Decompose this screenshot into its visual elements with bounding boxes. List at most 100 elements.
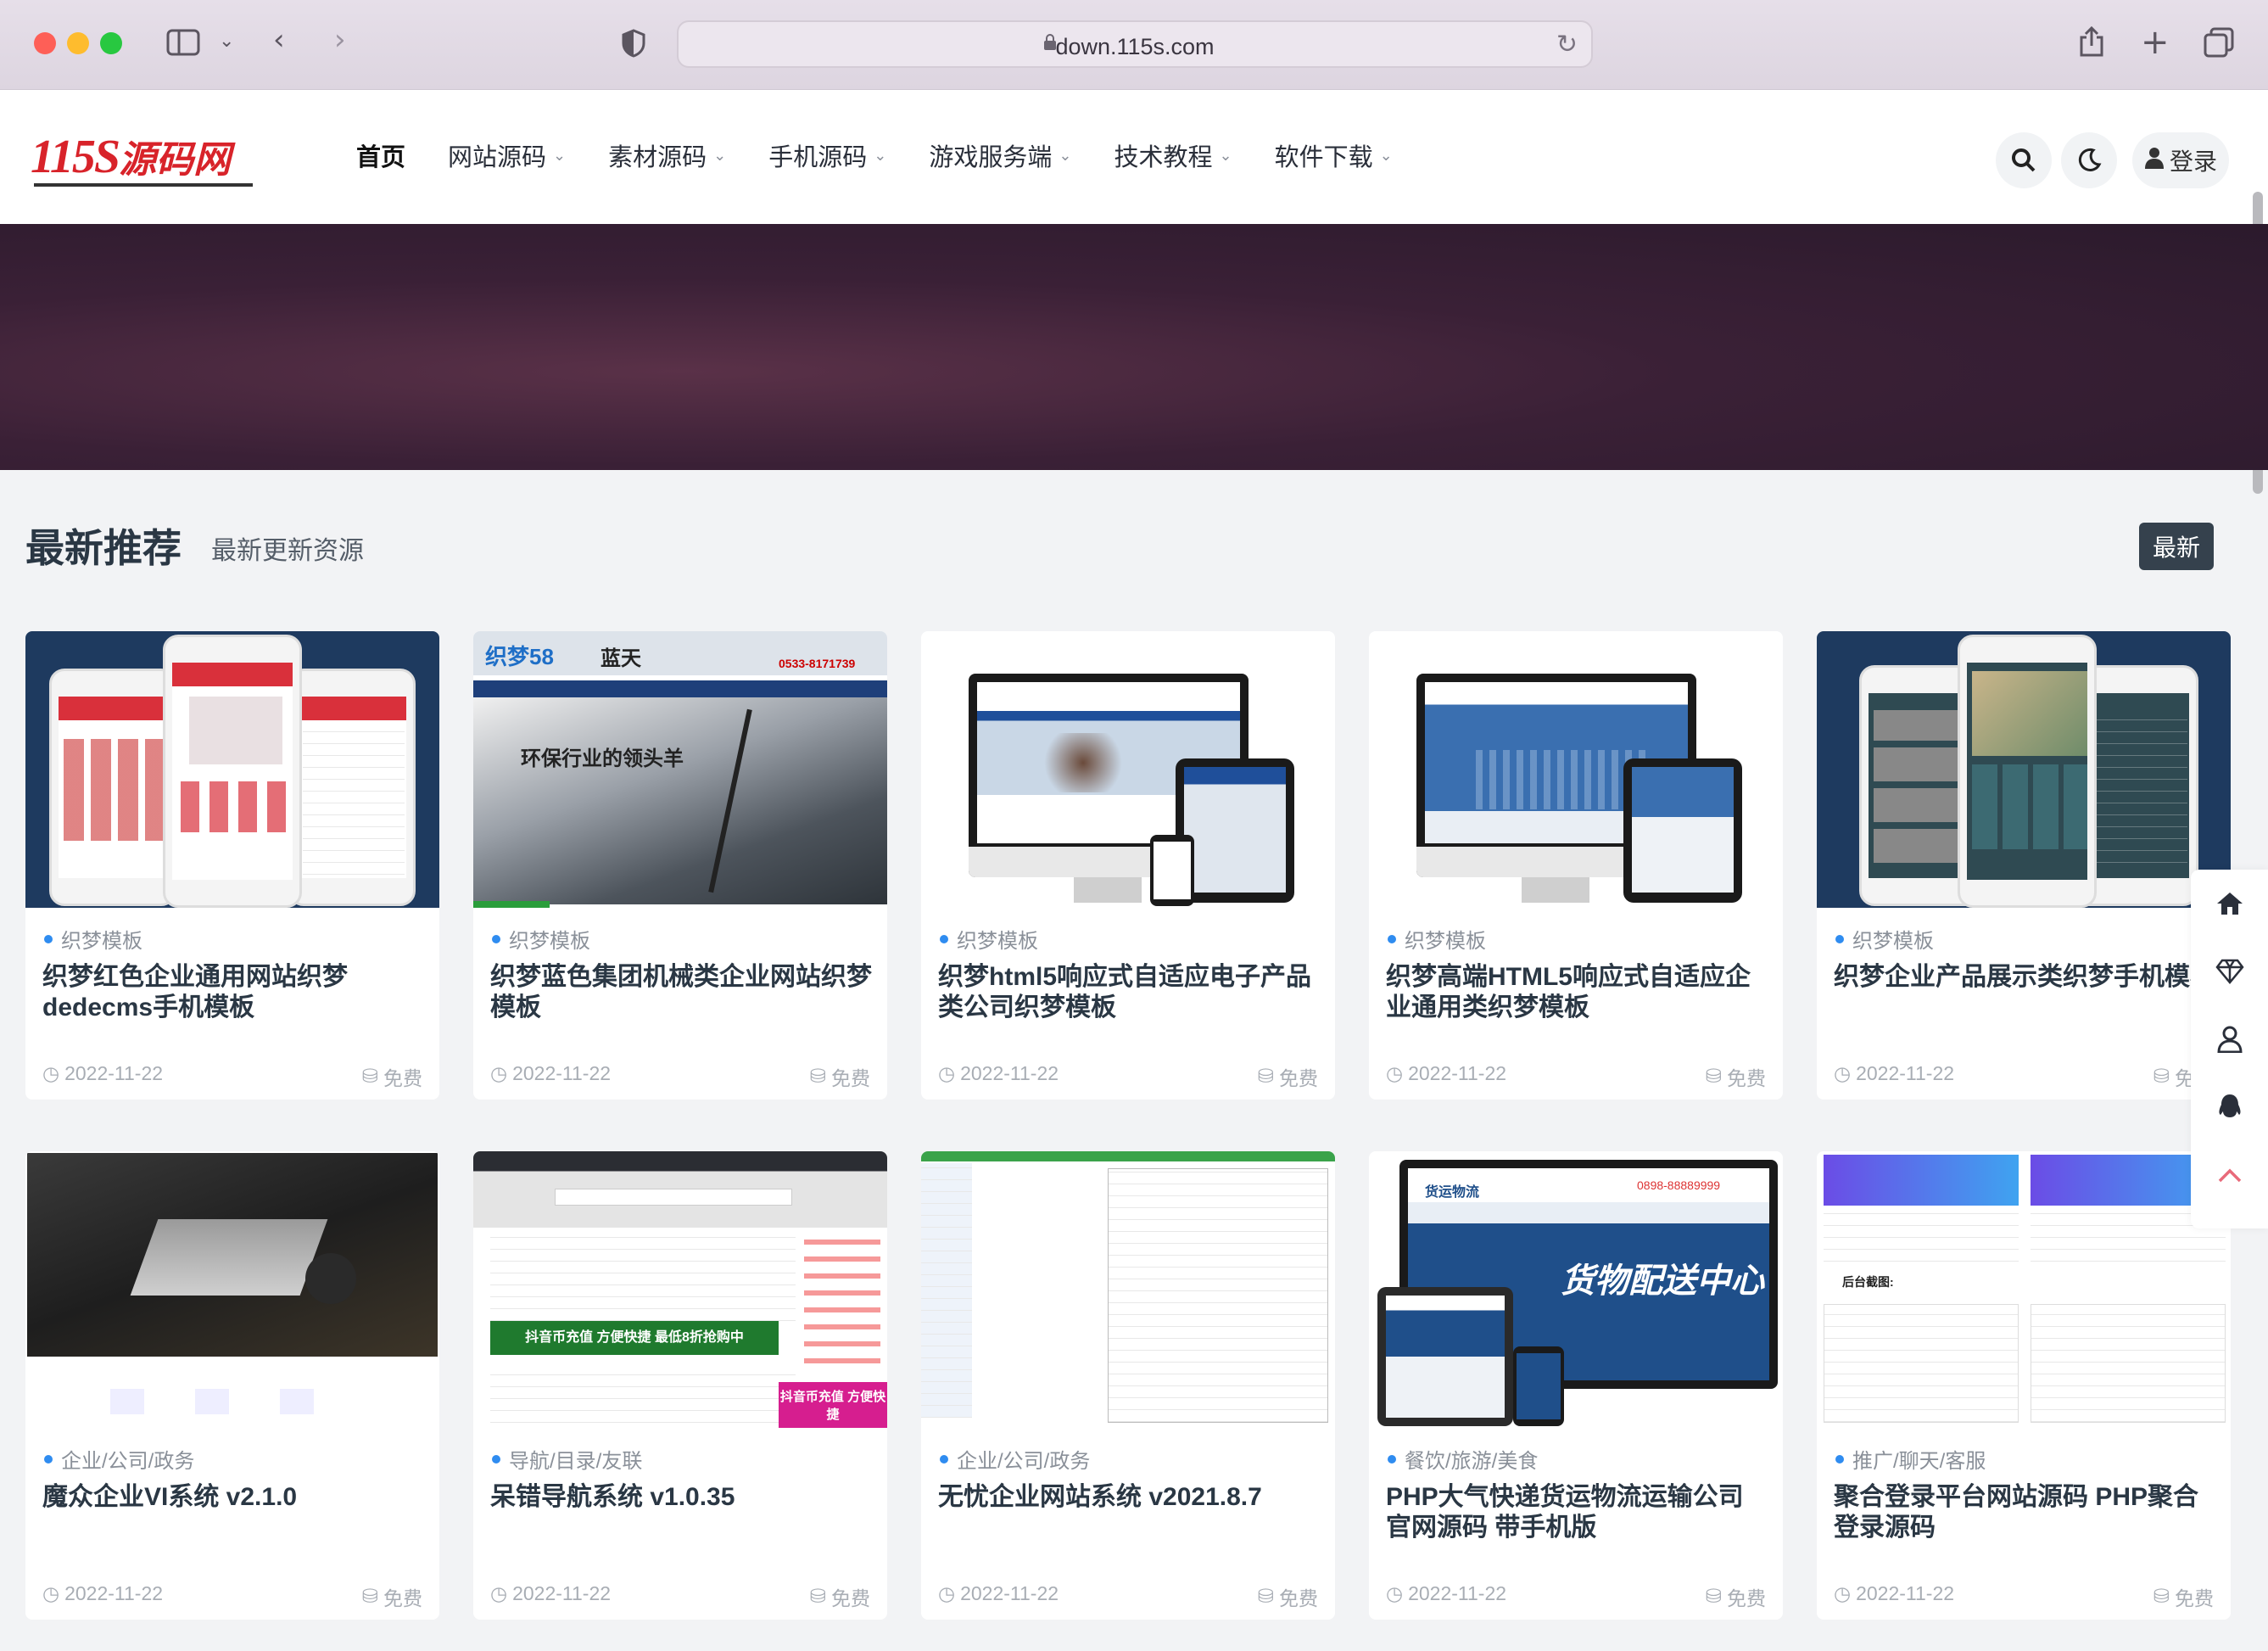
nav-software-download[interactable]: 软件下载 ⌄: [1275, 137, 1393, 173]
card-thumbnail[interactable]: 抖音币充值 方便快捷 最低8折抢购中 抖音币充值 方便快捷: [473, 1151, 887, 1428]
nav-label: 首页: [356, 144, 406, 171]
clock-icon: ◷: [490, 1582, 508, 1605]
chevron-down-icon: ⌄: [1219, 146, 1232, 165]
nav-label: 软件下载: [1274, 144, 1373, 171]
user-icon[interactable]: [2191, 1005, 2268, 1073]
forward-icon[interactable]: ›: [334, 25, 346, 54]
tab-overview-icon[interactable]: [2204, 27, 2234, 63]
sort-newest-button[interactable]: 最新: [2139, 523, 2214, 570]
card-category[interactable]: 织梦模板: [44, 924, 142, 954]
card-thumbnail[interactable]: [25, 631, 439, 908]
card-category[interactable]: 企业/公司/政务: [44, 1444, 194, 1474]
thumb-slogan: 货物配送中心: [1561, 1262, 1764, 1300]
card-thumbnail[interactable]: [1369, 631, 1783, 908]
clock-icon: ◷: [1834, 1582, 1852, 1605]
diamond-icon[interactable]: [2191, 937, 2268, 1005]
card-thumbnail[interactable]: 织梦58 蓝天 0533-8171739 环保行业的领头羊: [473, 631, 887, 908]
coins-icon: ⛁: [809, 1586, 826, 1608]
card-category[interactable]: 织梦模板: [940, 924, 1038, 954]
nav-home[interactable]: 首页: [356, 137, 405, 173]
card-title[interactable]: PHP大气快递货运物流运输公司官网源码 带手机版: [1386, 1482, 1768, 1543]
card-category[interactable]: 织梦模板: [1835, 924, 1934, 954]
price-label: 免费: [831, 1067, 870, 1089]
card-title[interactable]: 无忧企业网站系统 v2021.8.7: [938, 1482, 1320, 1513]
card-date: ◷ 2022-11-22: [1386, 1582, 1506, 1605]
card-price: ⛁免费: [362, 1062, 422, 1091]
category-dot: [940, 934, 948, 943]
nav-mobile-source[interactable]: 手机源码 ⌄: [768, 137, 886, 173]
site-logo[interactable]: 115S源码网: [31, 129, 253, 187]
card-price: ⛁免费: [2153, 1582, 2214, 1611]
close-window-button[interactable]: [34, 32, 56, 54]
login-button[interactable]: 登录: [2132, 132, 2229, 188]
card-title[interactable]: 织梦蓝色集团机械类企业网站织梦模板: [490, 962, 872, 1023]
card-category[interactable]: 推广/聊天/客服: [1835, 1444, 1986, 1474]
shield-icon[interactable]: [621, 29, 646, 63]
date-label: 2022-11-22: [1408, 1062, 1507, 1084]
card-title[interactable]: 魔众企业VI系统 v2.1.0: [42, 1482, 424, 1513]
qq-penguin-icon[interactable]: [2191, 1073, 2268, 1141]
card-category[interactable]: 餐饮/旅游/美食: [1388, 1444, 1538, 1474]
card-price: ⛁免费: [1258, 1582, 1318, 1611]
nav-website-source[interactable]: 网站源码 ⌄: [448, 137, 566, 173]
card-category[interactable]: 织梦模板: [1388, 924, 1486, 954]
logo-latin: 115S: [31, 131, 120, 183]
main-nav: 首页 网站源码 ⌄ 素材源码 ⌄ 手机源码 ⌄ 游戏服务端 ⌄ 技术教程 ⌄ 软件下载 ⌄: [356, 137, 1435, 173]
card-thumbnail[interactable]: [921, 1151, 1335, 1428]
resource-card[interactable]: 抖音币充值 方便快捷 最低8折抢购中 抖音币充值 方便快捷 导航/目录/友联 呆…: [473, 1151, 887, 1620]
nav-game-server[interactable]: 游戏服务端 ⌄: [929, 137, 1071, 173]
new-tab-icon[interactable]: +: [2141, 25, 2170, 59]
address-bar[interactable]: down.115s.com ↻: [677, 20, 1593, 68]
home-icon[interactable]: [2191, 870, 2268, 937]
card-title[interactable]: 聚合登录平台网站源码 PHP聚合登录源码: [1834, 1482, 2215, 1543]
resource-card[interactable]: 后台截图: 推广/聊天/客服 聚合登录平台网站源码 PHP聚合登录源码 ◷ 202…: [1817, 1151, 2231, 1620]
user-icon: [2144, 147, 2165, 175]
thumb-titlebar: [921, 1151, 1335, 1161]
chevron-down-icon[interactable]: ⌄: [219, 32, 234, 51]
card-category[interactable]: 织梦模板: [492, 924, 590, 954]
card-thumbnail[interactable]: [25, 1151, 439, 1428]
date-label: 2022-11-22: [512, 1582, 612, 1604]
card-thumbnail[interactable]: [1817, 631, 2231, 908]
search-icon: [2012, 148, 2036, 172]
card-thumbnail[interactable]: [921, 631, 1335, 908]
card-title[interactable]: 织梦红色企业通用网站织梦dedecms手机模板: [42, 962, 424, 1023]
resource-card[interactable]: 企业/公司/政务 无忧企业网站系统 v2021.8.7 ◷ 2022-11-22 …: [921, 1151, 1335, 1620]
resource-card[interactable]: 货运物流 0898-88889999 货物配送中心 餐饮/旅游/美食 PHP大气…: [1369, 1151, 1783, 1620]
share-icon[interactable]: [2078, 25, 2105, 63]
card-thumbnail[interactable]: 后台截图:: [1817, 1151, 2231, 1428]
nav-label: 素材源码: [608, 144, 707, 171]
resource-card[interactable]: 织梦58 蓝天 0533-8171739 环保行业的领头羊 织梦模板 织梦蓝色集…: [473, 631, 887, 1100]
card-title[interactable]: 织梦高端HTML5响应式自适应企业通用类织梦模板: [1386, 962, 1768, 1023]
search-button[interactable]: [1996, 132, 2052, 188]
nav-label: 手机源码: [768, 144, 868, 171]
card-date: ◷ 2022-11-22: [938, 1582, 1059, 1605]
resource-card[interactable]: 织梦模板 织梦高端HTML5响应式自适应企业通用类织梦模板 ◷ 2022-11-2…: [1369, 631, 1783, 1100]
reload-icon[interactable]: ↻: [1556, 30, 1578, 59]
card-date: ◷ 2022-11-22: [1386, 1062, 1506, 1085]
minimize-window-button[interactable]: [67, 32, 89, 54]
date-label: 2022-11-22: [64, 1062, 164, 1084]
phone-mockup: [163, 635, 302, 908]
resource-card[interactable]: 织梦模板 织梦html5响应式自适应电子产品类公司织梦模板 ◷ 2022-11-2…: [921, 631, 1335, 1100]
card-title[interactable]: 织梦企业产品展示类织梦手机模板: [1834, 962, 2215, 993]
sidebar-toggle-icon[interactable]: [166, 29, 200, 61]
resource-card[interactable]: 织梦模板 织梦企业产品展示类织梦手机模板 ◷2022-11-22 ⛁免费: [1817, 631, 2231, 1100]
card-title[interactable]: 呆错导航系统 v1.0.35: [490, 1482, 872, 1513]
back-icon[interactable]: ‹: [273, 25, 285, 54]
category-label: 织梦模板: [61, 930, 142, 953]
card-title[interactable]: 织梦html5响应式自适应电子产品类公司织梦模板: [938, 962, 1320, 1023]
resource-card[interactable]: 织梦模板 织梦红色企业通用网站织梦dedecms手机模板 ◷ 2022-11-22…: [25, 631, 439, 1100]
resource-card[interactable]: 企业/公司/政务 魔众企业VI系统 v2.1.0 ◷ 2022-11-22 ⛁ 免费: [25, 1151, 439, 1620]
card-category[interactable]: 企业/公司/政务: [940, 1444, 1090, 1474]
maximize-window-button[interactable]: [100, 32, 122, 54]
date-label: 2022-11-22: [960, 1582, 1059, 1604]
card-category[interactable]: 导航/目录/友联: [492, 1444, 642, 1474]
chevron-up-icon[interactable]: [2191, 1141, 2268, 1209]
nav-material-source[interactable]: 素材源码 ⌄: [608, 137, 726, 173]
card-thumbnail[interactable]: 货运物流 0898-88889999 货物配送中心: [1369, 1151, 1783, 1428]
floating-toolbar: [2191, 870, 2268, 1228]
dark-mode-button[interactable]: [2061, 132, 2117, 188]
nav-tutorials[interactable]: 技术教程 ⌄: [1114, 137, 1232, 173]
coins-icon: ⛁: [1705, 1066, 1722, 1088]
